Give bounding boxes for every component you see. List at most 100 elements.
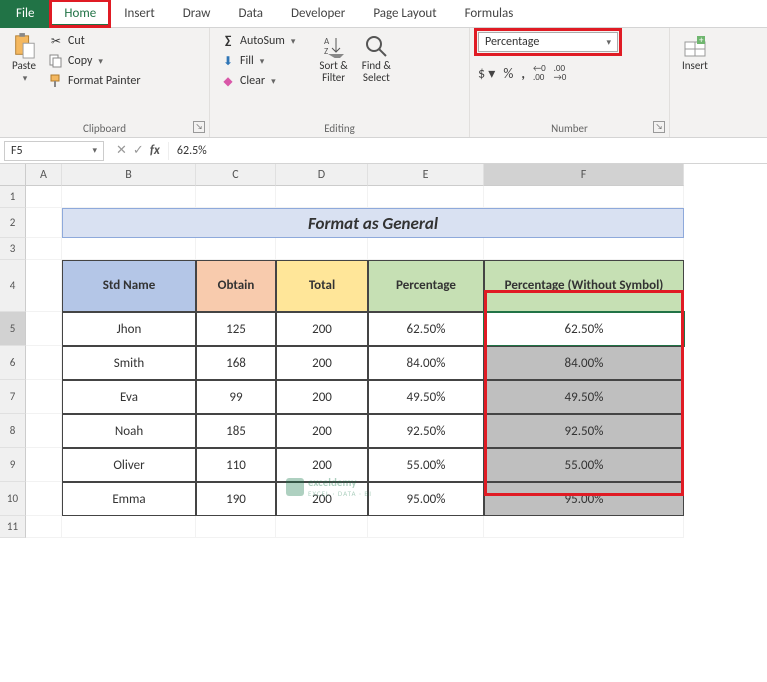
row-header[interactable]: 3: [0, 238, 26, 260]
insert-cells-button[interactable]: + Insert: [678, 32, 712, 74]
formula-input[interactable]: 62.5%: [168, 142, 767, 160]
cell[interactable]: 200: [276, 346, 368, 380]
cell[interactable]: 95.00%: [368, 482, 484, 516]
autosum-button[interactable]: ∑ AutoSum▾: [218, 32, 297, 50]
cell[interactable]: 55.00%: [368, 448, 484, 482]
title-cell[interactable]: Format as General: [62, 208, 684, 238]
cell[interactable]: 200: [276, 414, 368, 448]
row-header[interactable]: 7: [0, 380, 26, 414]
clear-button[interactable]: ◆ Clear▾: [218, 72, 297, 90]
cell[interactable]: 125: [196, 312, 276, 346]
find-select-button[interactable]: Find & Select: [358, 32, 395, 86]
header-obtain[interactable]: Obtain: [196, 260, 276, 312]
cell[interactable]: 92.50%: [368, 414, 484, 448]
col-header[interactable]: E: [368, 164, 484, 186]
col-header[interactable]: D: [276, 164, 368, 186]
cell[interactable]: Eva: [62, 380, 196, 414]
cell[interactable]: 185: [196, 414, 276, 448]
accounting-format-button[interactable]: $ ▾: [478, 65, 495, 82]
row-header[interactable]: 9: [0, 448, 26, 482]
cell[interactable]: 92.50%: [484, 414, 684, 448]
header-total[interactable]: Total: [276, 260, 368, 312]
tab-formulas[interactable]: Formulas: [451, 0, 528, 27]
col-header[interactable]: A: [26, 164, 62, 186]
cell[interactable]: 84.00%: [484, 346, 684, 380]
row-header[interactable]: 4: [0, 260, 26, 312]
header-pct-no-symbol[interactable]: Percentage (Without Symbol): [484, 260, 684, 312]
row-header[interactable]: 6: [0, 346, 26, 380]
increase-decimal-button[interactable]: ←0 .00: [533, 64, 546, 82]
group-editing: ∑ AutoSum▾ ⬇ Fill▾ ◆ Clear▾ AZ Sort & Fi…: [210, 28, 470, 137]
name-box[interactable]: F5 ▾: [4, 141, 104, 161]
cell[interactable]: 84.00%: [368, 346, 484, 380]
cell[interactable]: 200: [276, 482, 368, 516]
row-header[interactable]: 2: [0, 208, 26, 238]
cell[interactable]: 95.00%: [484, 482, 684, 516]
tab-developer[interactable]: Developer: [277, 0, 359, 27]
tab-page-layout[interactable]: Page Layout: [359, 0, 450, 27]
row-header[interactable]: 5: [0, 312, 26, 346]
number-dialog-launcher[interactable]: ↘: [653, 121, 665, 133]
autosum-label: AutoSum: [240, 34, 285, 48]
cell[interactable]: 49.50%: [484, 380, 684, 414]
cell[interactable]: 110: [196, 448, 276, 482]
col-header[interactable]: C: [196, 164, 276, 186]
cell[interactable]: Oliver: [62, 448, 196, 482]
tab-home[interactable]: Home: [50, 0, 110, 27]
cell[interactable]: 200: [276, 380, 368, 414]
tab-file[interactable]: File: [0, 0, 50, 28]
sort-filter-button[interactable]: AZ Sort & Filter: [315, 32, 351, 86]
fill-icon: ⬇: [220, 53, 236, 69]
header-percentage[interactable]: Percentage: [368, 260, 484, 312]
row-header[interactable]: 10: [0, 482, 26, 516]
ribbon: Paste▾ ✂ Cut Copy▾ Format Paint: [0, 28, 767, 138]
row-header[interactable]: 11: [0, 516, 26, 538]
col-header[interactable]: B: [62, 164, 196, 186]
cut-button[interactable]: ✂ Cut: [46, 32, 143, 50]
cell[interactable]: 190: [196, 482, 276, 516]
paste-button[interactable]: Paste▾: [8, 32, 40, 86]
format-painter-label: Format Painter: [68, 74, 141, 88]
tab-draw[interactable]: Draw: [169, 0, 225, 27]
enter-formula-button[interactable]: ✓: [133, 143, 144, 158]
percent-format-button[interactable]: %: [503, 65, 513, 82]
format-painter-button[interactable]: Format Painter: [46, 72, 143, 90]
col-header[interactable]: F: [484, 164, 684, 186]
tab-insert[interactable]: Insert: [110, 0, 169, 27]
decrease-decimal-button[interactable]: .00 →0: [554, 64, 567, 82]
autosum-icon: ∑: [220, 33, 236, 49]
cell[interactable]: 168: [196, 346, 276, 380]
fx-icon[interactable]: fx: [150, 143, 160, 158]
tab-data[interactable]: Data: [224, 0, 277, 27]
cancel-formula-button[interactable]: ✕: [116, 143, 127, 158]
chevron-down-icon: ▾: [92, 145, 97, 156]
fill-button[interactable]: ⬇ Fill▾: [218, 52, 297, 70]
insert-cells-label: Insert: [682, 60, 708, 72]
row-header[interactable]: 1: [0, 186, 26, 208]
find-select-label: Find & Select: [362, 60, 391, 84]
cell[interactable]: 200: [276, 312, 368, 346]
svg-text:Z: Z: [324, 46, 328, 57]
select-all-corner[interactable]: [0, 164, 26, 186]
cell[interactable]: 55.00%: [484, 448, 684, 482]
number-format-dropdown[interactable]: Percentage ▾: [478, 32, 618, 52]
copy-label: Copy: [68, 54, 92, 68]
cell[interactable]: Smith: [62, 346, 196, 380]
comma-format-button[interactable]: ,: [521, 65, 525, 82]
cell[interactable]: 200: [276, 448, 368, 482]
cell[interactable]: Emma: [62, 482, 196, 516]
cell[interactable]: Noah: [62, 414, 196, 448]
cell[interactable]: Jhon: [62, 312, 196, 346]
row-header[interactable]: 8: [0, 414, 26, 448]
svg-text:+: +: [699, 35, 704, 46]
sheet-area[interactable]: Format as General Std Name Obtain Total …: [26, 186, 767, 538]
cell-selected[interactable]: 62.50%: [484, 312, 684, 346]
cell[interactable]: 99: [196, 380, 276, 414]
header-std-name[interactable]: Std Name: [62, 260, 196, 312]
format-painter-icon: [48, 73, 64, 89]
copy-button[interactable]: Copy▾: [46, 52, 143, 70]
cell[interactable]: 49.50%: [368, 380, 484, 414]
clipboard-dialog-launcher[interactable]: ↘: [193, 121, 205, 133]
cell[interactable]: 62.50%: [368, 312, 484, 346]
number-group-label: Number: [478, 120, 661, 135]
